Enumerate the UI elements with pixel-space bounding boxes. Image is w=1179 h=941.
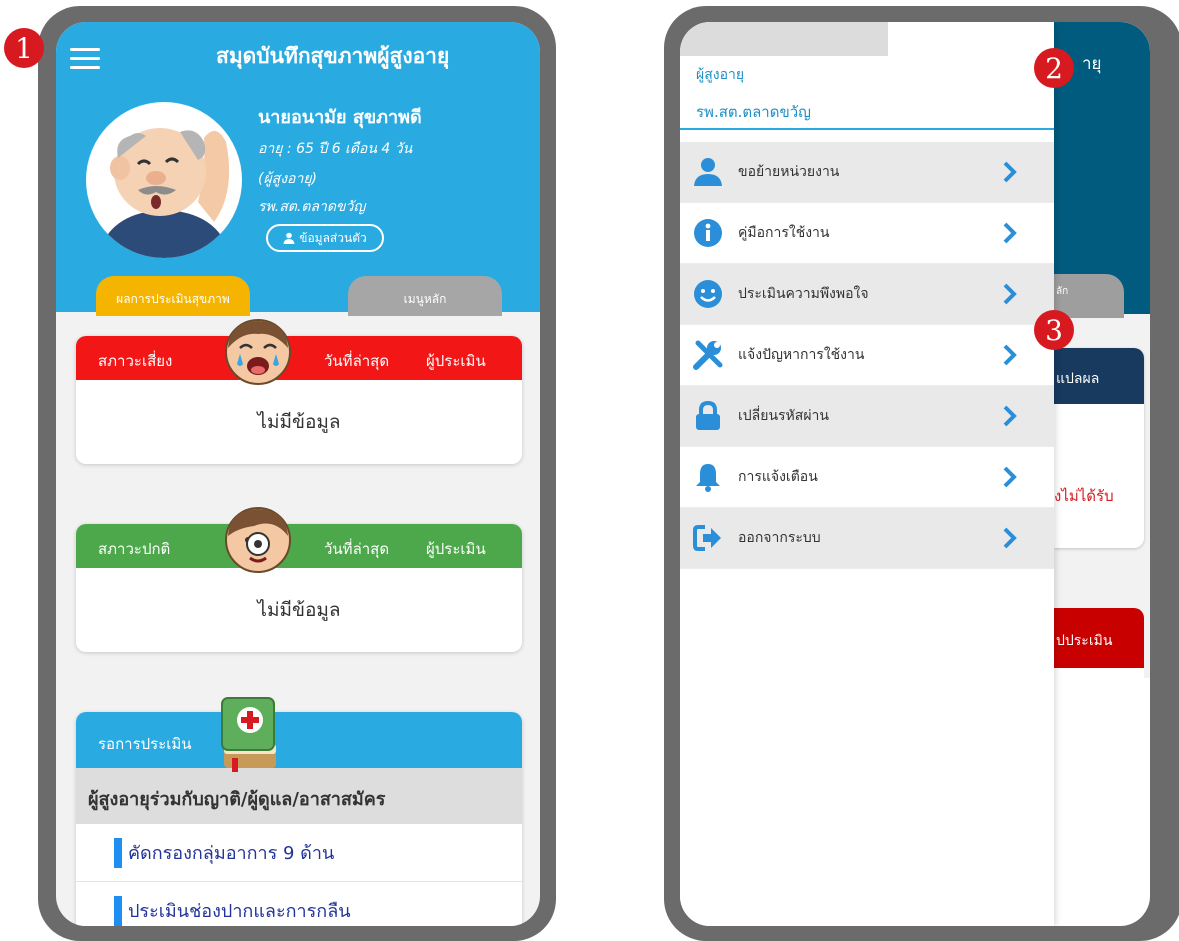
chevron-right-icon [1003, 405, 1017, 427]
chevron-right-icon [1003, 527, 1017, 549]
normal-status-label: สภาวะปกติ [98, 540, 171, 558]
pending-header: รอการประเมิน [76, 697, 522, 772]
lock-icon [696, 401, 720, 430]
side-drawer: ผู้สูงอายุ รพ.สต.ตลาดขวัญ ขอย้ายหน่วยงาน… [680, 22, 1054, 926]
crying-face-icon [225, 319, 291, 385]
profile-button[interactable]: ข้อมูลส่วนตัว [266, 224, 384, 252]
phone-right: ายุ ลัก แปลผล งไม่ได้รับ ปประเมิน ผู้สูง… [664, 6, 1179, 941]
menu-screen: ายุ ลัก แปลผล งไม่ได้รับ ปประเมิน ผู้สูง… [680, 22, 1150, 926]
pending-item[interactable]: คัดกรองกลุ่มอาการ 9 ด้าน [76, 824, 522, 882]
risk-card-body: ไม่มีข้อมูล [257, 411, 341, 433]
menu-item-user-guide[interactable]: คู่มือการใช้งาน [680, 203, 1054, 264]
drawer-unit: รพ.สต.ตลาดขวัญ [696, 103, 811, 121]
home-screen: สมุดบันทึกสุขภาพผู้สูงอายุ นายอนามัย สุข… [56, 22, 540, 926]
normal-card-header: สภาวะปกติ วันที่ล่าสุด ผู้ประเมิน [76, 507, 522, 573]
hamburger-menu-icon[interactable] [70, 48, 100, 70]
risk-date-label: วันที่ล่าสุด [324, 352, 390, 370]
bell-icon [696, 464, 720, 492]
tab-main-menu[interactable]: เมนูหลัก [348, 276, 502, 316]
info-icon [694, 219, 722, 247]
tools-icon [693, 340, 723, 370]
profile-button-label: ข้อมูลส่วนตัว [299, 230, 367, 245]
chevron-right-icon [1003, 161, 1017, 183]
logout-icon [693, 525, 721, 551]
avatar [86, 102, 242, 258]
chevron-right-icon [1003, 344, 1017, 366]
phone-left: สมุดบันทึกสุขภาพผู้สูงอายุ นายอนามัย สุข… [38, 6, 556, 941]
step-badge-3: 3 [1034, 310, 1074, 350]
risk-assessor-label: ผู้ประเมิน [426, 352, 486, 370]
menu-item-report-problem[interactable]: แจ้งปัญหาการใช้งาน [680, 325, 1054, 386]
chevron-right-icon [1003, 466, 1017, 488]
smiley-icon [694, 280, 722, 308]
user-unit: รพ.สต.ตลาดขวัญ [258, 199, 366, 215]
pending-assessment-card: รอการประเมิน ผู้สูงอายุร่วมกับญาติ/ผู้ดู… [76, 697, 522, 926]
user-group: (ผู้สูงอายุ) [258, 171, 317, 187]
normal-card-body: ไม่มีข้อมูล [257, 599, 341, 621]
profile-header: สมุดบันทึกสุขภาพผู้สูงอายุ นายอนามัย สุข… [56, 22, 540, 316]
normal-assessor-label: ผู้ประเมิน [426, 540, 486, 558]
background-app-peek: ายุ ลัก แปลผล งไม่ได้รับ ปประเมิน [1054, 22, 1150, 678]
health-book-icon [221, 697, 276, 772]
chevron-right-icon [1003, 222, 1017, 244]
step-badge-2: 2 [1034, 48, 1074, 88]
pending-item-label: ประเมินช่องปากและการกลืน [128, 901, 351, 922]
pending-item[interactable]: ประเมินช่องปากและการกลืน [76, 882, 522, 926]
menu-item-label: เปลี่ยนรหัสผ่าน [738, 408, 829, 424]
menu-item-notifications[interactable]: การแจ้งเตือน [680, 447, 1054, 508]
menu-item-label: ประเมินความพึงพอใจ [738, 286, 869, 302]
menu-item-label: ขอย้ายหน่วยงาน [738, 164, 840, 180]
menu-item-label: การแจ้งเตือน [738, 469, 818, 485]
normal-date-label: วันที่ล่าสุด [324, 540, 390, 558]
menu-item-transfer-unit[interactable]: ขอย้ายหน่วยงาน [680, 142, 1054, 203]
menu-item-label: ออกจากระบบ [738, 530, 821, 546]
user-icon [694, 158, 722, 186]
background-tab: ลัก [1054, 274, 1124, 318]
user-age: อายุ : 65 ปี 6 เดือน 4 วัน [258, 141, 413, 157]
background-card-header: แปลผล [1054, 348, 1144, 404]
pending-item-label: คัดกรองกลุ่มอาการ 9 ด้าน [128, 843, 335, 864]
normal-status-card: สภาวะปกติ วันที่ล่าสุด ผู้ประเมิน ไม่มีข… [76, 507, 522, 652]
tab-health-results[interactable]: ผลการประเมินสุขภาพ [96, 276, 250, 316]
risk-status-label: สภาวะเสี่ยง [98, 352, 173, 370]
risk-status-card: สภาวะเสี่ยง วันที่ล่าสุด ผู้ประเมิน ไม่ม… [76, 319, 522, 464]
pending-header-label: รอการประเมิน [98, 735, 192, 753]
drawer-menu: ขอย้ายหน่วยงาน คู่มือการใช้งาน ประเมินคว… [680, 142, 1054, 569]
divider [680, 128, 1054, 130]
menu-item-change-password[interactable]: เปลี่ยนรหัสผ่าน [680, 386, 1054, 447]
menu-item-label: แจ้งปัญหาการใช้งาน [738, 347, 865, 363]
pending-subheader: ผู้สูงอายุร่วมกับญาติ/ผู้ดูแล/อาสาสมัคร [76, 768, 522, 824]
background-card-text: งไม่ได้รับ [1054, 487, 1114, 505]
background-card: ปประเมิน [1054, 608, 1144, 678]
background-card: แปลผล งไม่ได้รับ [1054, 348, 1144, 548]
chevron-right-icon [1003, 283, 1017, 305]
menu-item-satisfaction[interactable]: ประเมินความพึงพอใจ [680, 264, 1054, 325]
user-name: นายอนามัย สุขภาพดี [258, 107, 422, 128]
step-badge-1: 1 [4, 28, 44, 68]
drawer-role: ผู้สูงอายุ [696, 67, 745, 83]
person-icon [283, 232, 295, 244]
happy-face-icon [225, 507, 291, 573]
background-card-header: ปประเมิน [1054, 608, 1144, 668]
menu-item-logout[interactable]: ออกจากระบบ [680, 508, 1054, 569]
risk-card-header: สภาวะเสี่ยง วันที่ล่าสุด ผู้ประเมิน [76, 319, 522, 385]
menu-item-label: คู่มือการใช้งาน [738, 225, 830, 241]
user-name-placeholder [680, 22, 888, 56]
background-title-fragment: ายุ [1082, 54, 1102, 74]
app-title: สมุดบันทึกสุขภาพผู้สูงอายุ [216, 44, 450, 68]
